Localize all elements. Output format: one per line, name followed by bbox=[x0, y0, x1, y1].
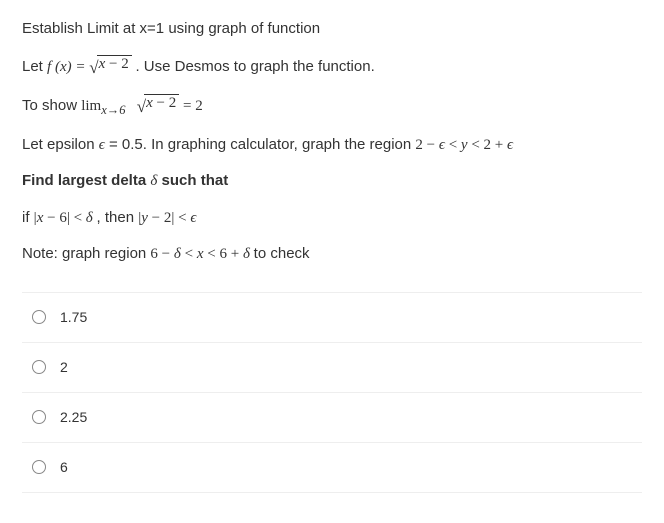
rad-x: x bbox=[146, 95, 153, 111]
line-epsilon: Let epsilon ϵ = 0.5. In graphing calcula… bbox=[22, 134, 642, 157]
delta-symbol: δ bbox=[150, 173, 157, 189]
radio-icon[interactable] bbox=[32, 310, 46, 324]
if-expr1: |x − 6| < δ bbox=[34, 210, 97, 226]
note-expr: 6 − δ < x < 6 + δ bbox=[150, 246, 253, 262]
radio-icon[interactable] bbox=[32, 410, 46, 424]
txt: if bbox=[22, 209, 34, 226]
line-let: Let f (x) = √ x − 2 . Use Desmos to grap… bbox=[22, 55, 642, 81]
question-body: Establish Limit at x=1 using graph of fu… bbox=[22, 18, 642, 266]
sqrt-icon: √ x − 2 bbox=[89, 55, 131, 81]
rad-minus2: − 2 bbox=[153, 95, 176, 111]
txt: Let epsilon bbox=[22, 136, 99, 153]
question-title: Establish Limit at x=1 using graph of fu… bbox=[22, 18, 642, 41]
math-func: f (x) = √ x − 2 bbox=[47, 59, 135, 75]
txt: , then bbox=[97, 209, 139, 226]
if-expr2: |y − 2| < ϵ bbox=[138, 210, 196, 226]
line-find-delta: Find largest delta δ such that bbox=[22, 170, 642, 193]
txt: Let bbox=[22, 58, 47, 75]
option-label: 1.75 bbox=[60, 307, 87, 328]
line-to-show: To show limx→6 √ x − 2 = 2 bbox=[22, 94, 642, 120]
answer-option[interactable]: 2 bbox=[22, 343, 642, 393]
rad-minus2: − 2 bbox=[105, 56, 128, 72]
txt: = 0.5. In graphing calculator, graph the… bbox=[109, 136, 415, 153]
fx: f (x) = bbox=[47, 59, 89, 75]
eq2: = 2 bbox=[183, 98, 203, 114]
radio-icon[interactable] bbox=[32, 460, 46, 474]
txt: such that bbox=[162, 172, 229, 189]
line-note: Note: graph region 6 − δ < x < 6 + δ to … bbox=[22, 243, 642, 266]
txt: Find largest delta bbox=[22, 172, 150, 189]
epsilon-symbol: ϵ bbox=[99, 137, 105, 153]
txt: . Use Desmos to graph the function. bbox=[135, 58, 374, 75]
sqrt-icon: √ x − 2 bbox=[137, 94, 179, 120]
answer-option[interactable]: 1.75 bbox=[22, 293, 642, 343]
txt: to check bbox=[254, 245, 310, 262]
option-label: 2 bbox=[60, 357, 68, 378]
line-if-then: if |x − 6| < δ , then |y − 2| < ϵ bbox=[22, 207, 642, 230]
lim-sub: x→6 bbox=[101, 103, 125, 117]
answer-options: 1.75 2 2.25 6 bbox=[22, 292, 642, 493]
radio-icon[interactable] bbox=[32, 360, 46, 374]
answer-option[interactable]: 6 bbox=[22, 443, 642, 493]
txt: Note: graph region bbox=[22, 245, 150, 262]
txt: To show bbox=[22, 97, 81, 114]
lim: lim bbox=[81, 98, 101, 114]
option-label: 2.25 bbox=[60, 407, 87, 428]
option-label: 6 bbox=[60, 457, 68, 478]
answer-option[interactable]: 2.25 bbox=[22, 393, 642, 443]
math-limit: limx→6 √ x − 2 = 2 bbox=[81, 98, 203, 114]
eps-region-expr: 2 − ϵ < y < 2 + ϵ bbox=[415, 137, 513, 153]
